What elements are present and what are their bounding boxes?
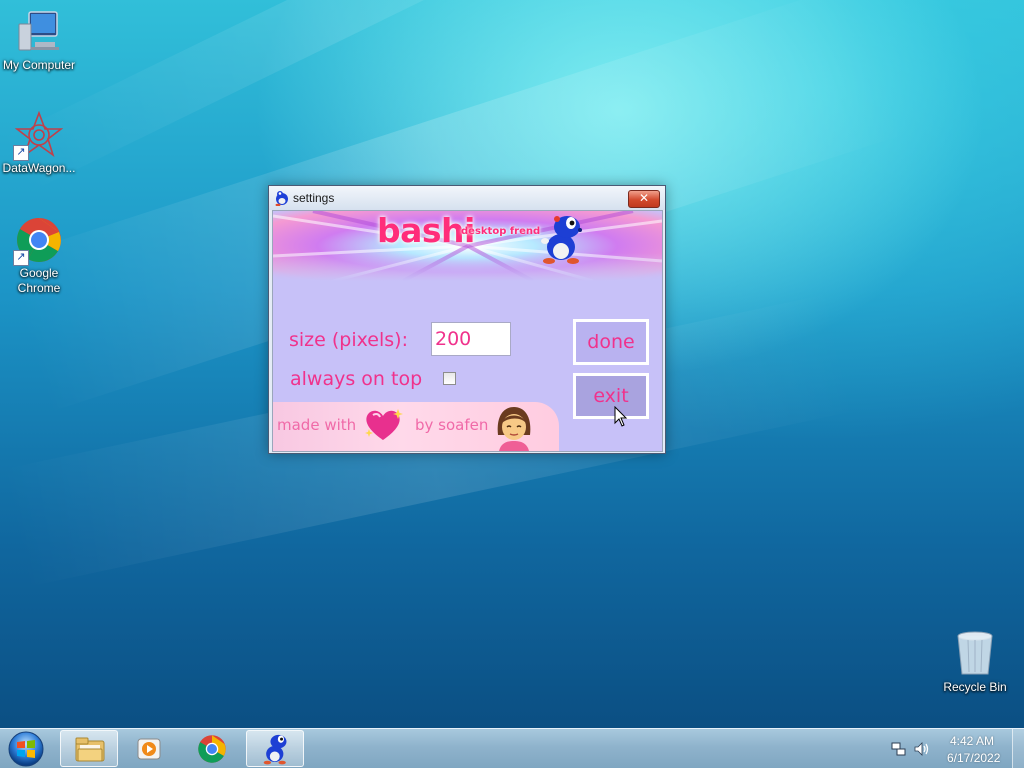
media-player-icon [137, 738, 161, 760]
clock-time[interactable]: 4:42 AM [950, 734, 994, 748]
sparkling-heart-icon [365, 409, 403, 440]
size-label: size (pixels): [289, 329, 408, 351]
shortcut-arrow-icon: ↗ [13, 250, 29, 266]
credit-by-author: by soafen [415, 416, 489, 434]
bashi-dino-icon [541, 216, 582, 264]
show-desktop-button[interactable] [1012, 729, 1024, 768]
shortcut-arrow-icon: ↗ [13, 145, 29, 161]
taskbar-bashi[interactable] [246, 730, 304, 767]
done-button[interactable]: done [573, 319, 649, 365]
taskbar-media-player[interactable] [120, 730, 178, 767]
bashi-icon [275, 191, 288, 206]
woman-avatar-icon [497, 407, 531, 451]
desktop-icon-datawagon[interactable]: ↗ DataWagon... [0, 110, 78, 176]
bashi-banner: bashi desktop frend [273, 211, 662, 281]
settings-window[interactable]: settings ✕ bashi desktop frend size (pix… [268, 185, 666, 454]
chrome-icon: ↗ [13, 216, 63, 266]
taskbar: 4:42 AM 6/17/2022 [0, 728, 1024, 768]
desktop-icon-my-computer[interactable]: My Computer [0, 8, 78, 73]
volume-icon[interactable] [913, 741, 931, 757]
network-icon[interactable] [891, 741, 907, 757]
bashi-icon [263, 734, 287, 765]
computer-icon [15, 8, 63, 56]
start-button[interactable] [6, 730, 46, 768]
bashi-tagline: desktop frend [461, 226, 541, 237]
size-input[interactable]: 200 [431, 322, 511, 356]
recycle-bin-icon [951, 630, 999, 678]
taskbar-chrome[interactable] [183, 730, 241, 767]
desktop-icon-label: My Computer [2, 58, 76, 72]
file-explorer-icon [75, 737, 105, 762]
window-title: settings [293, 191, 335, 205]
start-orb-icon [8, 731, 44, 767]
datawagon-icon: ↗ [13, 110, 64, 161]
always-on-top-label: always on top [290, 368, 423, 390]
credit-bar: made with by soafen [273, 402, 559, 451]
settings-client-area: bashi desktop frend size (pixels): 200 a… [272, 210, 663, 452]
credit-made-with: made with [277, 416, 357, 434]
close-button[interactable]: ✕ [628, 190, 660, 208]
always-on-top-checkbox[interactable] [443, 372, 456, 385]
desktop-icon-label: Google Chrome [17, 266, 61, 295]
window-titlebar[interactable]: settings ✕ [269, 186, 665, 210]
desktop-icon-label: Recycle Bin [943, 680, 1007, 694]
desktop-icon-google-chrome[interactable]: ↗ Google Chrome [0, 216, 78, 296]
taskbar-file-explorer[interactable] [60, 730, 118, 767]
mouse-cursor-icon [614, 406, 628, 427]
clock-date[interactable]: 6/17/2022 [947, 751, 1000, 765]
chrome-icon [198, 735, 226, 763]
desktop-icon-recycle-bin[interactable]: Recycle Bin [936, 630, 1014, 695]
desktop-icon-label: DataWagon... [2, 161, 76, 175]
exit-button[interactable]: exit [573, 373, 649, 419]
